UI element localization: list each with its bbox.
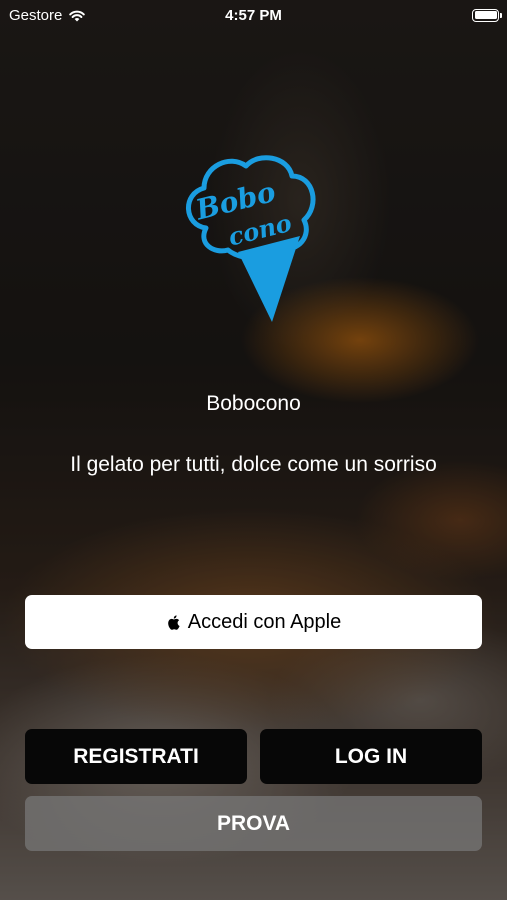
status-left: Gestore	[9, 7, 86, 24]
login-button-label: LOG IN	[334, 744, 408, 768]
apple-button-label: Accedi con Apple	[187, 610, 342, 633]
app-name: Bobocono	[206, 392, 301, 415]
bobocono-logo: Bobo cono	[186, 155, 316, 322]
login-button[interactable]: LOG IN	[260, 729, 482, 784]
try-button-label: PROVA	[216, 811, 291, 835]
carrier-label: Gestore	[9, 6, 63, 24]
tagline: Il gelato per tutti, dolce come un sorri…	[70, 453, 437, 476]
battery-icon	[472, 8, 502, 22]
apple-logo-icon	[167, 614, 180, 630]
wifi-icon	[69, 10, 86, 21]
register-button-label: REGISTRATI	[73, 744, 199, 768]
status-bar: Gestore 4:57 PM	[0, 0, 507, 30]
register-button[interactable]: REGISTRATI	[25, 729, 247, 784]
sign-in-with-apple-button[interactable]: Accedi con Apple	[25, 595, 482, 649]
battery-fill	[474, 11, 497, 19]
try-button[interactable]: PROVA	[25, 796, 482, 851]
